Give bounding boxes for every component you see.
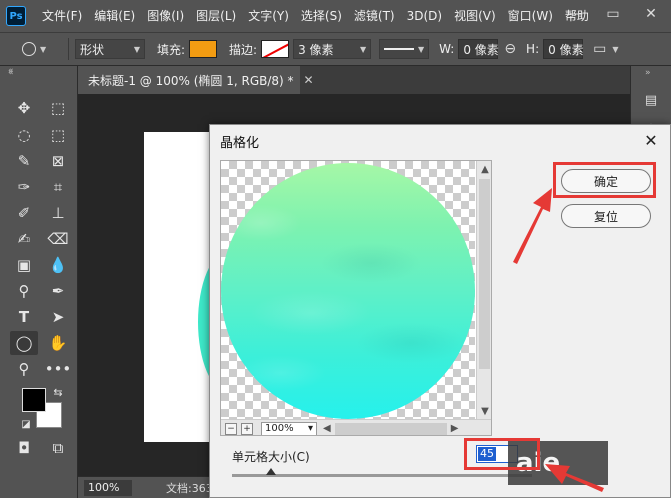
marquee-tool-icon[interactable]: ⬚ — [44, 96, 72, 120]
foreground-color-swatch[interactable] — [22, 388, 46, 412]
height-input[interactable]: 0 像素 — [543, 39, 584, 59]
chevron-down-icon: ▼ — [612, 44, 619, 54]
menu-filter[interactable]: 滤镜(T) — [348, 0, 401, 32]
more-tools-icon[interactable]: ••• — [44, 357, 72, 381]
type-tool-icon[interactable]: T — [10, 305, 38, 329]
healing-brush-tool-icon[interactable]: ✎ — [10, 149, 38, 173]
chevron-down-icon: ▼ — [417, 44, 425, 54]
menu-edit[interactable]: 编辑(E) — [88, 0, 141, 32]
zoom-tool-icon[interactable]: ⚲ — [10, 357, 38, 381]
brush-tool-icon[interactable]: ✐ — [10, 201, 38, 225]
zoom-in-button[interactable]: + — [241, 422, 253, 435]
preview-controls: − + 100% ▾ ◀ ▶ — [221, 419, 491, 435]
lasso-tool-icon[interactable]: ◌ — [10, 123, 38, 147]
preview-zoom-select[interactable]: 100% ▾ — [261, 421, 317, 435]
tool-mode-select[interactable]: 形状 ▼ — [75, 39, 145, 59]
crystallized-circle-preview — [221, 163, 475, 419]
line-style-icon — [384, 48, 415, 50]
zoom-level-field[interactable]: 100% — [84, 479, 132, 496]
hand-tool-icon[interactable]: ✋ — [44, 331, 72, 355]
tool-mode-value: 形状 — [80, 42, 105, 57]
menu-image[interactable]: 图像(I) — [141, 0, 190, 32]
stamp-tool-icon[interactable]: ⊥ — [44, 201, 72, 225]
document-tab[interactable]: 未标题-1 @ 100% (椭圆 1, RGB/8) * ✕ — [78, 66, 314, 94]
gradient-tool-icon[interactable]: ▣ — [10, 253, 38, 277]
history-panel-icon[interactable]: ▤ — [643, 92, 659, 108]
scroll-right-icon[interactable]: ▶ — [451, 423, 459, 434]
frame-tool-icon[interactable]: ⊠ — [44, 149, 72, 173]
object-select-tool-icon[interactable]: ⬚ — [44, 123, 72, 147]
scroll-down-icon[interactable]: ▼ — [477, 403, 491, 419]
height-label: H: — [526, 42, 540, 56]
menu-file[interactable]: 文件(F) — [36, 0, 88, 32]
menu-window[interactable]: 窗口(W) — [502, 0, 559, 32]
width-label: W: — [439, 42, 455, 56]
preview-vertical-scrollbar[interactable]: ▲ ▼ — [476, 161, 491, 419]
stroke-color-swatch[interactable] — [261, 40, 290, 58]
menu-3d[interactable]: 3D(D) — [401, 0, 448, 32]
chevron-down-icon: ▼ — [133, 44, 140, 54]
stroke-width-field[interactable]: 3 像素 ▼ — [293, 39, 372, 59]
document-tab-title: 未标题-1 @ 100% (椭圆 1, RGB/8) * — [88, 73, 294, 88]
divider — [68, 38, 69, 60]
close-icon[interactable]: ✕ — [640, 129, 662, 151]
menu-bar: Ps 文件(F) 编辑(E) 图像(I) 图层(L) 文字(Y) 选择(S) 滤… — [0, 0, 671, 32]
cell-size-label: 单元格大小(C) — [232, 450, 310, 464]
cell-size-slider[interactable] — [232, 474, 532, 477]
scroll-left-icon[interactable]: ◀ — [323, 423, 331, 434]
swap-colors-icon[interactable]: ⇆ — [44, 380, 72, 404]
history-brush-tool-icon[interactable]: ✍ — [10, 227, 38, 251]
tool-preset-picker[interactable]: ▼ — [22, 38, 62, 60]
dodge-tool-icon[interactable]: ⚲ — [10, 279, 38, 303]
collapse-tabs-icon[interactable]: « — [8, 66, 14, 76]
highlight-cell-size-box — [464, 438, 540, 470]
pen-tool-icon[interactable]: ✒ — [44, 279, 72, 303]
blur-tool-icon[interactable]: 💧 — [44, 253, 72, 277]
dialog-title: 晶格化 — [220, 136, 260, 151]
chevron-down-icon: ▼ — [40, 44, 47, 54]
menu-view[interactable]: 视图(V) — [448, 0, 502, 32]
close-icon[interactable]: ✕ — [304, 73, 314, 87]
fill-label: 填充: — [157, 42, 186, 57]
expand-panels-icon[interactable]: » — [645, 68, 651, 78]
photoshop-logo[interactable]: Ps — [6, 6, 26, 26]
eyedropper-tool-icon[interactable]: ✑ — [10, 175, 38, 199]
menu-layer[interactable]: 图层(L) — [190, 0, 242, 32]
preview-zoom-value: 100% — [265, 423, 294, 434]
highlight-ok-box — [553, 162, 656, 198]
maximize-button[interactable]: ▭ — [598, 0, 628, 28]
options-bar: ▼ 形状 ▼ 填充: 描边: 3 像素 ▼ ▼ W: 0 像素 ⊖ H: 0 像… — [0, 32, 671, 66]
cell-size-slider-thumb[interactable] — [266, 468, 276, 475]
scroll-up-icon[interactable]: ▲ — [477, 161, 491, 177]
path-operations-icon[interactable]: ▭ — [593, 41, 606, 57]
close-window-button[interactable]: ✕ — [636, 0, 666, 28]
quick-mask-icon[interactable]: ◘ — [10, 436, 38, 460]
fill-color-swatch[interactable] — [189, 40, 218, 58]
chevron-down-icon: ▾ — [307, 423, 313, 434]
eraser-tool-icon[interactable]: ⌫ — [44, 227, 72, 251]
link-icon[interactable]: ⊖ — [504, 41, 516, 57]
crop-tool-icon[interactable]: ⌗ — [44, 175, 72, 199]
path-select-tool-icon[interactable]: ➤ — [44, 305, 72, 329]
scrollbar-thumb[interactable] — [479, 179, 490, 369]
minimize-button[interactable]: — — [561, 0, 591, 28]
menu-select[interactable]: 选择(S) — [295, 0, 348, 32]
stroke-width-value: 3 像素 — [298, 42, 334, 57]
reset-button[interactable]: 复位 — [561, 204, 651, 228]
width-input[interactable]: 0 像素 — [458, 39, 499, 59]
ellipse-tool-icon[interactable]: ◯ — [10, 331, 38, 355]
zoom-out-button[interactable]: − — [225, 422, 237, 435]
chevron-down-icon: ▼ — [359, 44, 367, 54]
tools-panel: « ✥ ⬚ ◌ ⬚ ✎ ⊠ ✑ ⌗ ✐ ⊥ ✍ ⌫ ▣ 💧 ⚲ ✒ T ➤ ◯ … — [0, 66, 78, 498]
document-tab-bar: 未标题-1 @ 100% (椭圆 1, RGB/8) * ✕ — [78, 66, 630, 94]
move-tool-icon[interactable]: ✥ — [10, 96, 38, 120]
filter-preview[interactable]: ▲ ▼ − + 100% ▾ ◀ ▶ — [220, 160, 492, 436]
stroke-type-select[interactable]: ▼ — [379, 39, 430, 59]
screen-mode-icon[interactable]: ⧉ — [44, 436, 72, 460]
preview-horizontal-scrollbar[interactable] — [334, 422, 447, 435]
stroke-label: 描边: — [229, 42, 258, 57]
menu-type[interactable]: 文字(Y) — [242, 0, 295, 32]
ellipse-icon — [22, 42, 36, 56]
